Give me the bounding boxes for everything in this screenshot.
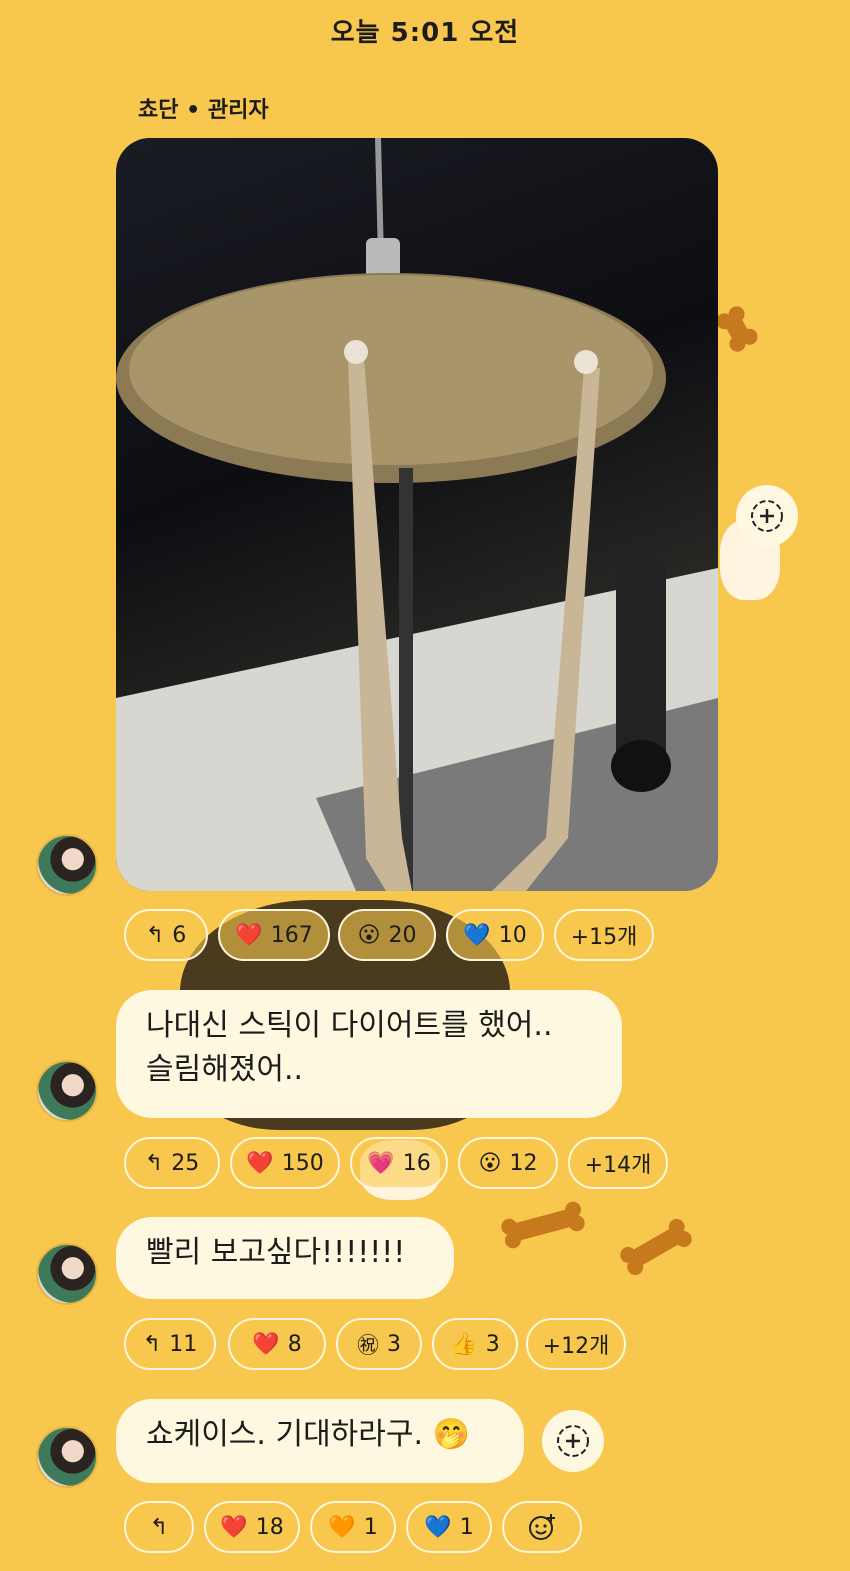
surprised-icon: 😮 xyxy=(478,1150,502,1176)
reply-icon: ↰ xyxy=(145,922,165,948)
add-emoji-icon xyxy=(529,1514,555,1540)
bone-decoration xyxy=(506,1207,580,1243)
reaction-thumbs-up[interactable]: 👍 3 xyxy=(432,1318,518,1370)
message-text-line: 슬림해졌어.. xyxy=(146,1052,304,1087)
heart-icon: ❤️ xyxy=(246,1150,274,1176)
avatar[interactable] xyxy=(36,1243,98,1305)
more-reactions-button[interactable]: +15개 xyxy=(554,909,654,961)
message-bubble[interactable]: 빨리 보고싶다!!!!!!! xyxy=(116,1217,454,1299)
reaction-count: 20 xyxy=(388,922,417,948)
add-reaction-button[interactable] xyxy=(542,1410,604,1472)
message-photo[interactable] xyxy=(116,138,718,891)
reaction-surprised[interactable]: 😮 12 xyxy=(458,1137,558,1189)
reply-count-button[interactable]: ↰ 11 xyxy=(124,1318,216,1370)
reaction-surprised[interactable]: 😮 20 xyxy=(338,909,436,961)
reaction-count: 150 xyxy=(281,1150,324,1176)
reaction-blue-heart[interactable]: 💙 1 xyxy=(406,1501,492,1553)
reaction-brown-heart[interactable]: 🧡 1 xyxy=(310,1501,396,1553)
more-reactions-label: +12개 xyxy=(542,1334,610,1359)
message-text-line: 빨리 보고싶다!!!!!!! xyxy=(146,1235,406,1270)
heart-icon: ❤️ xyxy=(220,1514,248,1540)
avatar[interactable] xyxy=(36,1060,98,1122)
brown-heart-icon: 🧡 xyxy=(328,1514,356,1540)
reaction-count: 6 xyxy=(172,922,187,948)
pink-heart-icon: 💗 xyxy=(367,1150,395,1176)
message-text-line: 나대신 스틱이 다이어트를 했어.. xyxy=(146,1008,553,1043)
reaction-heart[interactable]: ❤️ 8 xyxy=(228,1318,326,1370)
cymbal-drumsticks-image xyxy=(116,138,718,891)
avatar[interactable] xyxy=(36,834,98,896)
bone-decoration xyxy=(625,1224,687,1270)
reply-icon: ↰ xyxy=(149,1514,169,1540)
reaction-count: 3 xyxy=(485,1331,500,1357)
reaction-count: 1 xyxy=(363,1514,378,1540)
reaction-heart[interactable]: ❤️ 167 xyxy=(218,909,330,961)
more-reactions-label: +15개 xyxy=(570,925,638,950)
reaction-heart[interactable]: ❤️ 18 xyxy=(204,1501,300,1553)
heart-icon: ❤️ xyxy=(235,922,263,948)
reply-count-button[interactable]: ↰ 6 xyxy=(124,909,208,961)
reaction-count: 11 xyxy=(169,1331,198,1357)
reply-icon: ↰ xyxy=(142,1331,162,1357)
celebrate-icon: ㊗ xyxy=(356,1334,379,1359)
reaction-heart[interactable]: ❤️ 150 xyxy=(230,1137,340,1189)
avatar[interactable] xyxy=(36,1426,98,1488)
more-reactions-label: +14개 xyxy=(584,1153,652,1178)
more-reactions-button[interactable]: +12개 xyxy=(526,1318,626,1370)
add-emoji-icon xyxy=(751,500,783,532)
reaction-pink-heart[interactable]: 💗 16 xyxy=(350,1137,448,1189)
bone-decoration xyxy=(721,311,753,347)
blue-heart-icon: 💙 xyxy=(463,922,491,948)
reply-button[interactable]: ↰ xyxy=(124,1501,194,1553)
blue-heart-icon: 💙 xyxy=(424,1514,452,1540)
add-reaction-button[interactable] xyxy=(736,485,798,547)
message-text-line: 쇼케이스. 기대하라구. 🤭 xyxy=(146,1417,470,1452)
reaction-count: 12 xyxy=(509,1150,538,1176)
heart-icon: ❤️ xyxy=(252,1331,280,1357)
message-bubble[interactable]: 쇼케이스. 기대하라구. 🤭 xyxy=(116,1399,524,1483)
message-bubble[interactable]: 나대신 스틱이 다이어트를 했어.. 슬림해졌어.. xyxy=(116,990,622,1118)
reaction-count: 167 xyxy=(270,922,313,948)
reaction-count: 16 xyxy=(402,1150,431,1176)
add-emoji-icon xyxy=(557,1425,589,1457)
reaction-blue-heart[interactable]: 💙 10 xyxy=(446,909,544,961)
more-reactions-button[interactable]: +14개 xyxy=(568,1137,668,1189)
reaction-celebrate[interactable]: ㊗ 3 xyxy=(336,1318,422,1370)
reaction-count: 25 xyxy=(171,1150,200,1176)
reply-icon: ↰ xyxy=(144,1150,164,1176)
reaction-count: 10 xyxy=(498,922,527,948)
reaction-count: 1 xyxy=(459,1514,474,1540)
reaction-count: 3 xyxy=(387,1331,401,1357)
reaction-count: 18 xyxy=(255,1514,284,1540)
thumbs-up-icon: 👍 xyxy=(450,1331,478,1357)
sender-name: 쵸단 • 관리자 xyxy=(138,98,269,123)
reply-count-button[interactable]: ↰ 25 xyxy=(124,1137,220,1189)
reaction-count: 8 xyxy=(287,1331,302,1357)
timestamp: 오늘 5:01 오전 xyxy=(330,18,520,48)
add-emoji-button[interactable] xyxy=(502,1501,582,1553)
surprised-icon: 😮 xyxy=(357,922,381,948)
